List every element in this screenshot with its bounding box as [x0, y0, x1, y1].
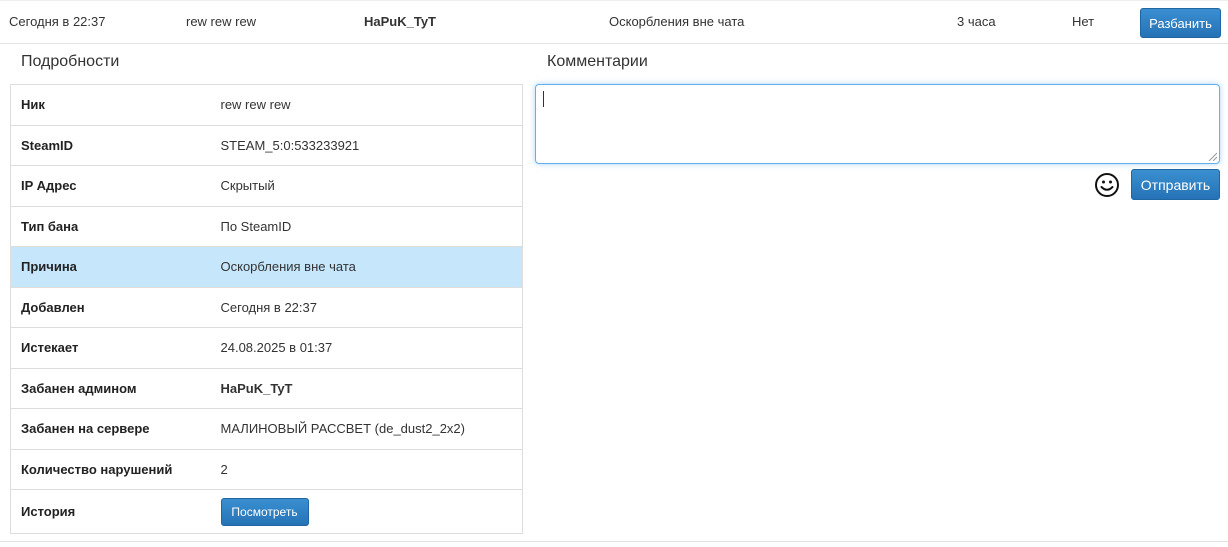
detail-row-server: Забанен на сервере МАЛИНОВЫЙ РАССВЕТ (de…: [10, 408, 523, 449]
detail-value: 24.08.2025 в 01:37: [210, 327, 523, 368]
ban-admin: HaPuK_TyT: [364, 14, 436, 29]
detail-row-violations: Количество нарушений 2: [10, 448, 523, 490]
detail-value: Сегодня в 22:37: [210, 286, 523, 328]
send-comment-button[interactable]: Отправить: [1131, 169, 1220, 200]
unban-button[interactable]: Разбанить: [1140, 8, 1221, 38]
text-cursor: [543, 91, 544, 107]
detail-row-steamid: SteamID STEAM_5:0:533233921: [10, 124, 523, 166]
detail-row-ip: IP Адрес Скрытый: [10, 165, 523, 206]
detail-row-reason: Причина Оскорбления вне чата: [10, 246, 523, 287]
detail-row-added: Добавлен Сегодня в 22:37: [10, 286, 523, 328]
smiley-face-icon[interactable]: [1094, 172, 1120, 198]
ban-duration: 3 часа: [957, 14, 996, 29]
ban-nick: rew rew rew: [186, 14, 257, 29]
detail-key: IP Адрес: [10, 165, 211, 206]
detail-value: 2: [210, 448, 523, 490]
detail-key: Количество нарушений: [10, 448, 211, 490]
detail-row-ban-type: Тип бана По SteamID: [10, 205, 523, 247]
detail-key: Тип бана: [10, 205, 211, 247]
ban-reason: Оскорбления вне чата: [609, 14, 745, 29]
detail-value: Посмотреть: [210, 489, 523, 534]
detail-key: Причина: [10, 246, 211, 287]
ban-summary-row[interactable]: Сегодня в 22:37 rew rew rew HaPuK_TyT Ос…: [0, 0, 1228, 44]
detail-row-history: История Посмотреть: [10, 489, 523, 534]
details-table: Ник rew rew rew SteamID STEAM_5:0:533233…: [10, 84, 523, 534]
detail-value: Оскорбления вне чата: [210, 246, 523, 287]
comments-title: Комментарии: [547, 53, 648, 70]
detail-key: Забанен админом: [10, 367, 211, 409]
view-history-button[interactable]: Посмотреть: [220, 497, 309, 526]
resize-handle-icon[interactable]: [1207, 151, 1217, 161]
detail-value: МАЛИНОВЫЙ РАССВЕТ (de_dust2_2x2): [210, 408, 523, 449]
detail-key: Истекает: [10, 327, 211, 368]
detail-value: rew rew rew: [220, 97, 291, 113]
ban-date: Сегодня в 22:37: [9, 14, 106, 29]
comment-input[interactable]: [535, 84, 1220, 164]
detail-key: Ник: [21, 97, 45, 113]
detail-row-expires: Истекает 24.08.2025 в 01:37: [10, 327, 523, 368]
detail-row-banned-by: Забанен админом HaPuK_TyT: [10, 367, 523, 409]
detail-value: STEAM_5:0:533233921: [210, 124, 523, 166]
detail-key: Добавлен: [10, 286, 211, 328]
ban-status: Нет: [1072, 14, 1095, 29]
divider: [0, 541, 1228, 542]
details-title: Подробности: [21, 53, 120, 70]
detail-value: HaPuK_TyT: [210, 367, 523, 409]
detail-row-nick: Ник rew rew rew: [11, 85, 523, 126]
detail-value: Скрытый: [210, 165, 523, 206]
detail-value: По SteamID: [210, 205, 523, 247]
detail-key: SteamID: [10, 124, 211, 166]
detail-key: Забанен на сервере: [10, 408, 211, 449]
detail-key: История: [10, 489, 211, 534]
